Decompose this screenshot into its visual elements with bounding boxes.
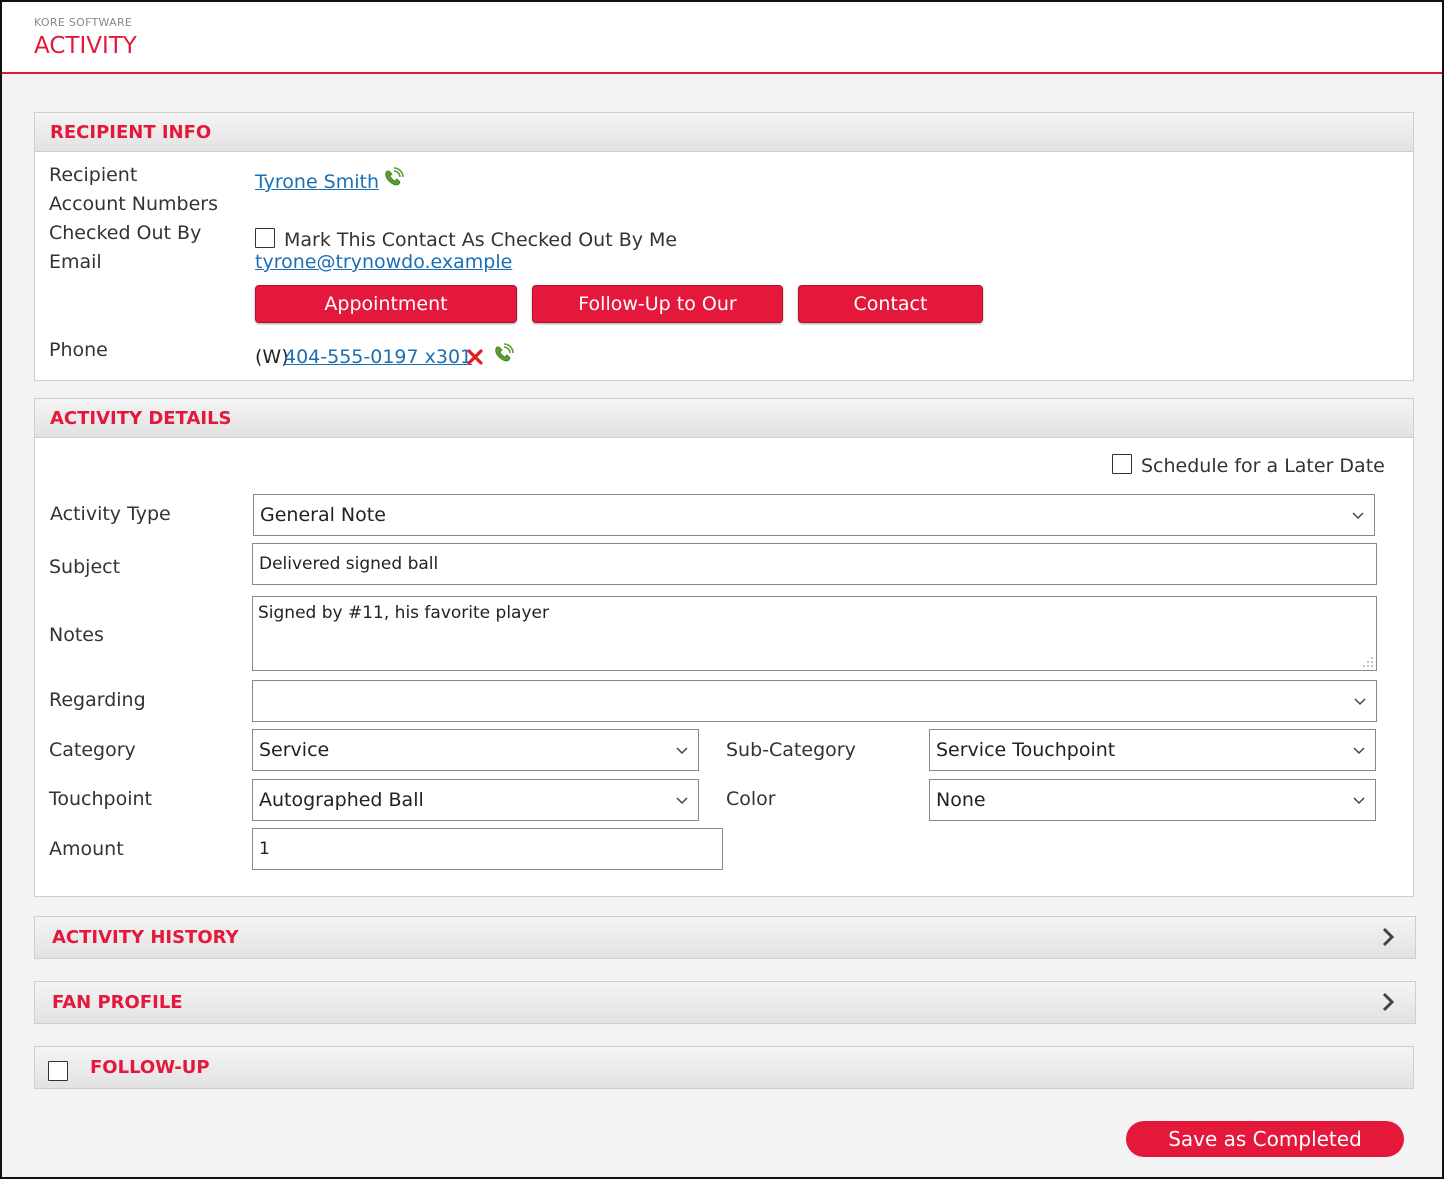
amount-value: 1 (259, 839, 270, 859)
notes-value: Signed by #11, his favorite player (258, 603, 549, 623)
phone-label: Phone (49, 339, 108, 361)
dropdown-caret-icon (1352, 512, 1364, 520)
phone-number-link[interactable]: 404-555-0197 x301 (284, 346, 472, 368)
color-select[interactable]: None (929, 779, 1376, 821)
regarding-label: Regarding (49, 689, 146, 711)
phone-call-icon[interactable] (382, 167, 404, 189)
account-numbers-label: Account Numbers (49, 193, 218, 215)
follow-up-checkbox[interactable] (48, 1061, 68, 1081)
color-value: None (936, 789, 986, 811)
regarding-select[interactable] (252, 680, 1377, 722)
checked-out-by-label: Checked Out By (49, 222, 202, 244)
dropdown-caret-icon (676, 747, 688, 755)
top-bar: KORE SOFTWARE ACTIVITY (2, 2, 1442, 74)
touchpoint-label: Touchpoint (49, 788, 152, 810)
checked-out-checkbox[interactable] (255, 228, 275, 248)
resize-grip-icon[interactable] (1363, 657, 1373, 667)
chevron-right-icon[interactable] (1379, 990, 1397, 1014)
activity-type-select[interactable]: General Note (253, 494, 1375, 536)
dropdown-caret-icon (676, 797, 688, 805)
color-label: Color (726, 788, 776, 810)
notes-label: Notes (49, 624, 104, 646)
sub-category-select[interactable]: Service Touchpoint (929, 729, 1376, 771)
subject-input[interactable]: Delivered signed ball (252, 543, 1377, 585)
dropdown-caret-icon (1354, 698, 1366, 706)
appointment-confirmation-button[interactable]: Appointment Confirmation (255, 285, 517, 351)
sub-category-label: Sub-Category (726, 739, 856, 761)
notes-textarea[interactable]: Signed by #11, his favorite player (252, 596, 1377, 671)
dropdown-caret-icon (1353, 797, 1365, 805)
touchpoint-select[interactable]: Autographed Ball (252, 779, 699, 821)
page-title: ACTIVITY (34, 33, 137, 59)
activity-type-value: General Note (260, 504, 386, 526)
follow-up-meeting-button[interactable]: Follow-Up to Our Meeting (532, 285, 783, 351)
recipient-name-link[interactable]: Tyrone Smith (255, 171, 379, 193)
category-select[interactable]: Service (252, 729, 699, 771)
dropdown-caret-icon (1353, 747, 1365, 755)
activity-history-section[interactable]: ACTIVITY HISTORY (34, 916, 1416, 959)
subject-value: Delivered signed ball (259, 554, 439, 574)
category-label: Category (49, 739, 136, 761)
email-label: Email (49, 251, 102, 273)
schedule-later-checkbox[interactable] (1112, 454, 1132, 474)
fan-profile-title: FAN PROFILE (52, 992, 183, 1013)
subject-label: Subject (49, 556, 121, 578)
email-link[interactable]: tyrone@trynowdo.example (255, 251, 512, 273)
follow-up-section: FOLLOW-UP (34, 1046, 1414, 1089)
recipient-label: Recipient (49, 164, 138, 186)
activity-type-label: Activity Type (50, 503, 171, 525)
sub-category-value: Service Touchpoint (936, 739, 1116, 761)
recipient-info-panel: RECIPIENT INFO (34, 112, 1414, 381)
schedule-later-label: Schedule for a Later Date (1141, 455, 1385, 477)
touchpoint-value: Autographed Ball (259, 789, 424, 811)
follow-up-title: FOLLOW-UP (90, 1057, 210, 1078)
activity-history-title: ACTIVITY HISTORY (52, 927, 239, 948)
fan-profile-section[interactable]: FAN PROFILE (34, 981, 1416, 1024)
amount-label: Amount (49, 838, 124, 860)
recipient-info-title: RECIPIENT INFO (50, 122, 212, 143)
checked-out-label: Mark This Contact As Checked Out By Me (284, 229, 678, 251)
brand-label: KORE SOFTWARE (34, 16, 133, 29)
recipient-info-header: RECIPIENT INFO (35, 113, 1413, 152)
activity-details-title: ACTIVITY DETAILS (50, 408, 232, 429)
save-as-completed-button[interactable]: Save as Completed (1126, 1121, 1404, 1157)
delete-x-icon[interactable] (467, 349, 483, 365)
activity-details-header: ACTIVITY DETAILS (35, 399, 1413, 438)
activity-window: KORE SOFTWARE ACTIVITY RECIPIENT INFO Re… (0, 0, 1444, 1179)
phone-call-icon[interactable] (492, 343, 514, 365)
amount-input[interactable]: 1 (252, 828, 723, 870)
category-value: Service (259, 739, 330, 761)
chevron-right-icon[interactable] (1379, 925, 1397, 949)
contact-reconnect-button[interactable]: Contact Reconnect (798, 285, 983, 351)
